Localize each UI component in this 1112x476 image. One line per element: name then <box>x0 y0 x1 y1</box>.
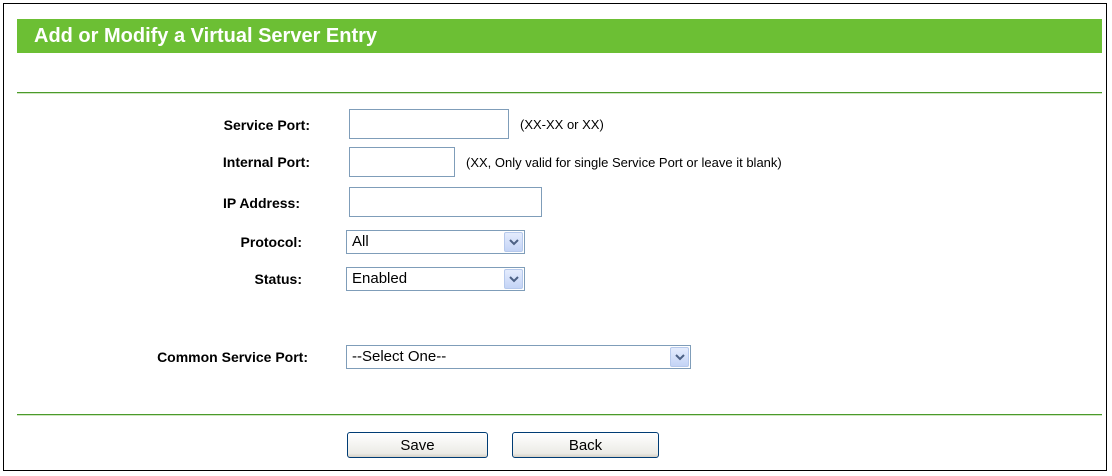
common-service-port-select[interactable]: --Select One-- <box>346 345 691 369</box>
status-dropdown-button[interactable] <box>504 269 523 289</box>
bottom-divider <box>17 414 1102 416</box>
status-label: Status: <box>254 271 302 287</box>
page-title: Add or Modify a Virtual Server Entry <box>17 19 1102 53</box>
chevron-down-icon <box>675 354 685 361</box>
protocol-select[interactable]: All <box>346 230 525 254</box>
common-service-port-label: Common Service Port: <box>157 349 308 365</box>
chevron-down-icon <box>509 239 519 246</box>
protocol-dropdown-button[interactable] <box>504 232 523 252</box>
chevron-down-icon <box>509 276 519 283</box>
protocol-label: Protocol: <box>240 234 302 250</box>
common-service-port-dropdown-button[interactable] <box>670 347 689 367</box>
common-service-port-selected-value: --Select One-- <box>352 348 447 365</box>
internal-port-label: Internal Port: <box>222 154 310 170</box>
protocol-selected-value: All <box>352 233 369 250</box>
service-port-hint: (XX-XX or XX) <box>520 117 604 132</box>
service-port-input[interactable] <box>349 109 509 139</box>
ip-address-input[interactable] <box>349 187 542 217</box>
status-select[interactable]: Enabled <box>346 267 525 291</box>
internal-port-input[interactable] <box>349 147 455 177</box>
top-divider <box>17 92 1102 94</box>
ip-address-label: IP Address: <box>222 195 300 211</box>
internal-port-hint: (XX, Only valid for single Service Port … <box>466 155 782 170</box>
status-selected-value: Enabled <box>352 270 408 287</box>
back-button[interactable]: Back <box>512 432 659 458</box>
save-button[interactable]: Save <box>347 432 488 458</box>
service-port-label: Service Port: <box>223 117 310 133</box>
